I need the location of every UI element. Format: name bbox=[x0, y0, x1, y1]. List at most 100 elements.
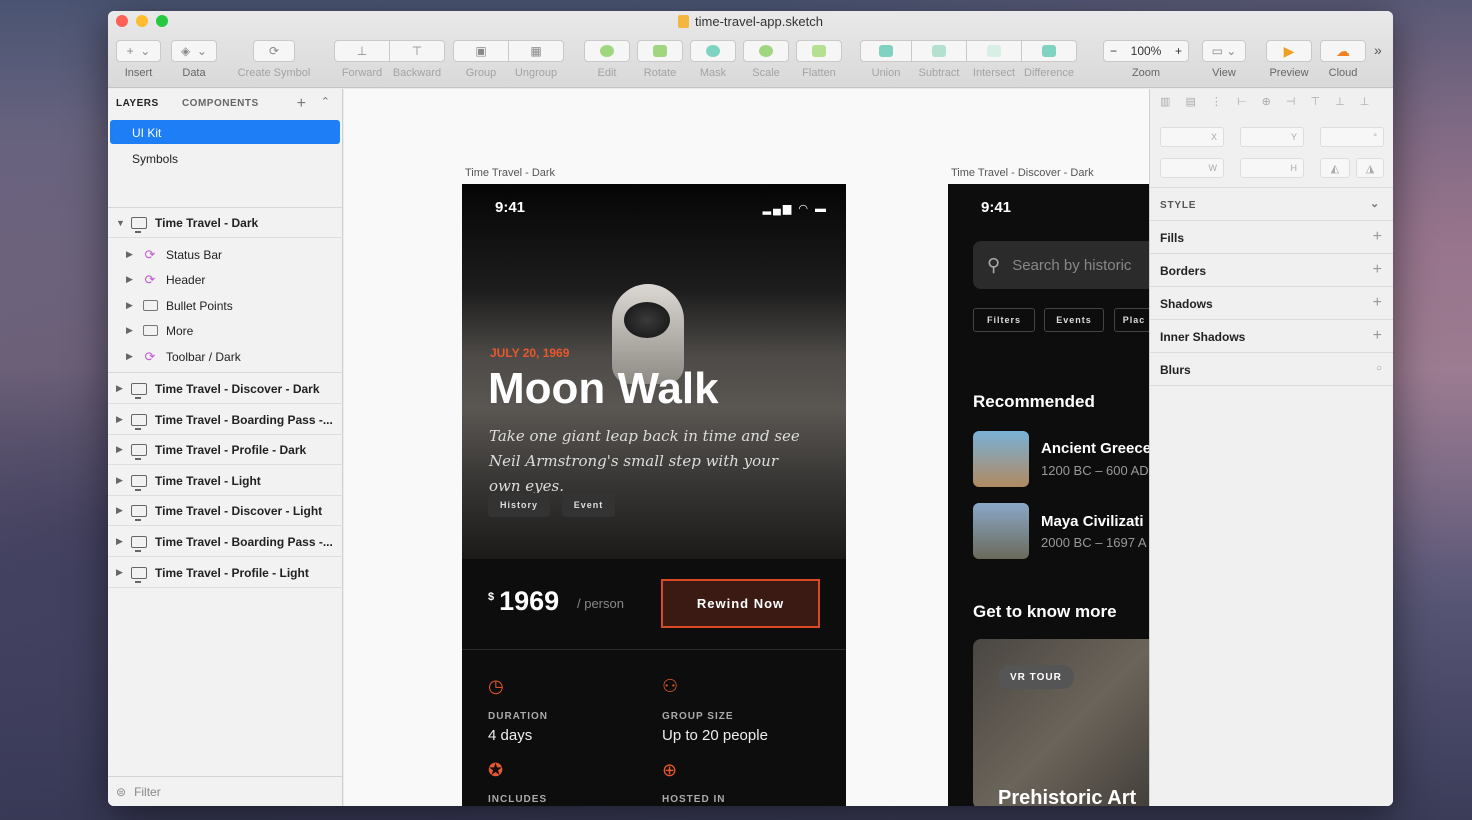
flip-vertical-icon[interactable]: ◮ bbox=[1356, 158, 1384, 178]
create-symbol-button[interactable]: ⟳ Create Symbol bbox=[234, 40, 314, 79]
vr-tour-card[interactable]: VR TOUR Prehistoric Art bbox=[973, 639, 1149, 806]
layer-child-toolbar-dark[interactable]: ▶ ⟳ Toolbar / Dark bbox=[108, 344, 343, 369]
filter-chip-filters[interactable]: Filters bbox=[973, 308, 1035, 332]
artboard-layer[interactable]: ▶ Time Travel - Discover - Light bbox=[108, 496, 343, 526]
artboard-layer[interactable]: ▶ Time Travel - Boarding Pass -... bbox=[108, 405, 343, 435]
artboard-layer[interactable]: ▶ Time Travel - Boarding Pass -... bbox=[108, 527, 343, 557]
edit-button[interactable]: Edit bbox=[584, 40, 630, 79]
plus-icon[interactable]: + bbox=[1175, 44, 1182, 58]
filter-input[interactable]: Filter bbox=[134, 785, 161, 799]
insert-button[interactable]: + ⌄ Insert bbox=[116, 40, 161, 79]
disclosure-icon[interactable]: ▶ bbox=[116, 505, 126, 516]
intersect-button[interactable]: Intersect bbox=[966, 40, 1022, 79]
artboard-layer[interactable]: ▶ Time Travel - Profile - Light bbox=[108, 558, 343, 588]
add-shadow-icon[interactable]: + bbox=[1373, 294, 1382, 312]
rotate-button[interactable]: Rotate bbox=[637, 40, 683, 79]
artboard-title[interactable]: Time Travel - Discover - Dark bbox=[951, 167, 1094, 179]
layer-child-status-bar[interactable]: ▶ ⟳ Status Bar bbox=[108, 242, 343, 267]
y-field[interactable]: Y bbox=[1240, 127, 1304, 147]
data-button[interactable]: ◈ ⌄ Data bbox=[171, 40, 217, 79]
disclosure-icon[interactable]: ▶ bbox=[116, 383, 126, 394]
search-field[interactable]: ⚲ Search by historic bbox=[973, 241, 1149, 289]
difference-button[interactable]: Difference bbox=[1021, 40, 1077, 79]
flatten-label: Flatten bbox=[802, 67, 836, 79]
add-inner-shadow-icon[interactable]: + bbox=[1373, 327, 1382, 345]
disclosure-icon[interactable]: ▶ bbox=[116, 567, 126, 578]
layer-filter[interactable]: ⊜ Filter bbox=[108, 776, 343, 806]
shadows-row[interactable]: Shadows + bbox=[1150, 287, 1393, 320]
filter-chip-events[interactable]: Events bbox=[1044, 308, 1104, 332]
page-item-ui-kit[interactable]: UI Kit bbox=[110, 120, 340, 144]
ungroup-button[interactable]: ▦ Ungroup bbox=[508, 40, 564, 79]
artboard-time-travel-dark[interactable]: 9:41 ▂▄▆ ◠ ▬ JULY 20, 1969 Moon Walk Tak… bbox=[462, 184, 846, 806]
collapse-pages-icon[interactable]: ⌃ bbox=[321, 95, 330, 108]
artboard-title[interactable]: Time Travel - Dark bbox=[465, 167, 555, 179]
artboard-discover-dark[interactable]: 9:41 ⚲ Search by historic Filters Events … bbox=[948, 184, 1149, 806]
add-fill-icon[interactable]: + bbox=[1373, 228, 1382, 246]
cloud-button[interactable]: ☁ Cloud bbox=[1320, 40, 1366, 79]
height-field[interactable]: H bbox=[1240, 158, 1304, 178]
zoom-control[interactable]: −100% + Zoom bbox=[1101, 40, 1191, 79]
tag-event[interactable]: Event bbox=[562, 493, 615, 517]
item-title[interactable]: Ancient Greece bbox=[1041, 440, 1149, 457]
add-page-icon[interactable]: + bbox=[297, 95, 306, 113]
artboard-layer-expanded[interactable]: ▼ Time Travel - Dark bbox=[108, 208, 343, 238]
canvas[interactable]: Time Travel - Dark 9:41 ▂▄▆ ◠ ▬ JULY 20,… bbox=[344, 89, 1149, 806]
union-button[interactable]: Union bbox=[860, 40, 912, 79]
tab-layers[interactable]: LAYERS bbox=[116, 98, 159, 109]
plus-icon: + ⌄ bbox=[116, 40, 161, 62]
disclosure-icon[interactable]: ▶ bbox=[116, 414, 126, 425]
disclosure-open-icon[interactable]: ▼ bbox=[116, 218, 126, 228]
minus-icon[interactable]: − bbox=[1110, 44, 1117, 58]
disclosure-icon[interactable]: ▶ bbox=[126, 300, 136, 311]
layer-child-more[interactable]: ▶ More bbox=[108, 318, 343, 343]
blurs-row[interactable]: Blurs ○ bbox=[1150, 353, 1393, 386]
difference-label: Difference bbox=[1024, 67, 1074, 79]
zoom-stepper[interactable]: −100% + bbox=[1103, 40, 1189, 62]
forward-button[interactable]: ⊥ Forward bbox=[334, 40, 390, 79]
chevron-down-icon[interactable]: ⌄ bbox=[1370, 197, 1380, 210]
layer-child-header[interactable]: ▶ ⟳ Header bbox=[108, 267, 343, 292]
disclosure-icon[interactable]: ▶ bbox=[126, 249, 136, 260]
backward-button[interactable]: ⊤ Backward bbox=[389, 40, 445, 79]
flatten-button[interactable]: Flatten bbox=[796, 40, 842, 79]
disclosure-icon[interactable]: ▶ bbox=[126, 325, 136, 336]
edit-label: Edit bbox=[597, 67, 617, 79]
style-header[interactable]: STYLE ⌄ bbox=[1150, 187, 1393, 221]
scale-button[interactable]: Scale bbox=[743, 40, 789, 79]
tab-components[interactable]: COMPONENTS bbox=[182, 98, 259, 109]
add-border-icon[interactable]: + bbox=[1373, 261, 1382, 279]
disclosure-icon[interactable]: ▶ bbox=[126, 274, 136, 285]
disclosure-icon[interactable]: ▶ bbox=[116, 475, 126, 486]
artboard-layer[interactable]: ▶ Time Travel - Light bbox=[108, 466, 343, 496]
rewind-now-button[interactable]: Rewind Now bbox=[661, 579, 820, 628]
disclosure-icon[interactable]: ▶ bbox=[116, 536, 126, 547]
item-title[interactable]: Maya Civilizati bbox=[1041, 513, 1144, 530]
borders-row[interactable]: Borders + bbox=[1150, 254, 1393, 287]
preview-button[interactable]: ▶ Preview bbox=[1266, 40, 1312, 79]
fills-row[interactable]: Fills + bbox=[1150, 221, 1393, 254]
artboard-layer[interactable]: ▶ Time Travel - Discover - Dark bbox=[108, 374, 343, 404]
recommended-heading: Recommended bbox=[973, 392, 1095, 411]
x-field[interactable]: X bbox=[1160, 127, 1224, 147]
blur-toggle-icon[interactable]: ○ bbox=[1376, 363, 1382, 374]
flip-horizontal-icon[interactable]: ◭ bbox=[1320, 158, 1350, 178]
disclosure-icon[interactable]: ▶ bbox=[116, 444, 126, 455]
rotation-field[interactable]: ° bbox=[1320, 127, 1384, 147]
tag-history[interactable]: History bbox=[488, 493, 550, 517]
layer-child-bullet-points[interactable]: ▶ Bullet Points bbox=[108, 293, 343, 318]
mask-button[interactable]: Mask bbox=[690, 40, 736, 79]
disclosure-icon[interactable]: ▶ bbox=[126, 351, 136, 362]
subtract-button[interactable]: Subtract bbox=[911, 40, 967, 79]
group-button[interactable]: ▣ Group bbox=[453, 40, 509, 79]
filter-chip-places[interactable]: Plac bbox=[1114, 308, 1149, 332]
artboard-layer[interactable]: ▶ Time Travel - Profile - Dark bbox=[108, 435, 343, 465]
overflow-chevron-icon[interactable]: » bbox=[1374, 42, 1382, 58]
view-icon: ▭ ⌄ bbox=[1202, 40, 1246, 62]
view-button[interactable]: ▭ ⌄ View bbox=[1202, 40, 1246, 79]
rotate-label: Rotate bbox=[643, 67, 677, 79]
align-tools[interactable]: ▥ ▤ ⋮ ⊢ ⊕ ⊣ ⊤ ⊥ ⊥ bbox=[1160, 95, 1375, 108]
width-field[interactable]: W bbox=[1160, 158, 1224, 178]
inner-shadows-row[interactable]: Inner Shadows + bbox=[1150, 320, 1393, 353]
page-item-symbols[interactable]: Symbols bbox=[110, 146, 340, 170]
